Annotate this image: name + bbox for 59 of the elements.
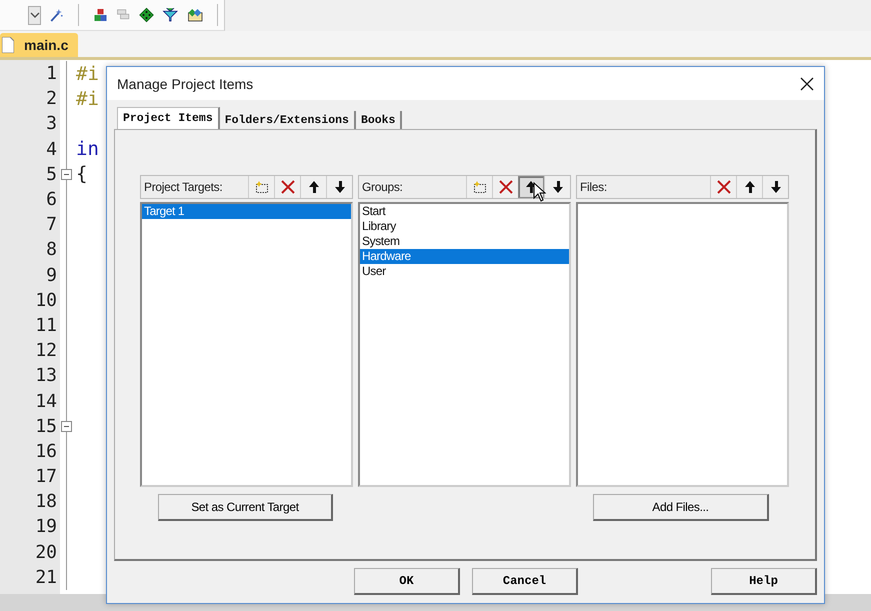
line-number: 9 [45, 264, 57, 286]
line-number: 11 [34, 314, 57, 336]
dialog-button[interactable]: Cancel [472, 568, 578, 594]
line-number: 15 [34, 416, 57, 437]
dialog-title: Manage Project Items [117, 76, 254, 92]
arrow-down-icon [552, 180, 564, 194]
line-number: 1 [45, 63, 57, 84]
line-number: 20 [34, 542, 57, 563]
panel-label: Files: [580, 180, 607, 194]
delete-icon [716, 180, 730, 194]
list-item[interactable]: Library [360, 219, 569, 234]
diamond-icon[interactable] [139, 5, 154, 25]
file-tab[interactable]: main.c [0, 33, 78, 57]
action-button[interactable]: Add Files... [593, 494, 769, 521]
dropdown-button[interactable] [28, 6, 42, 24]
list-item[interactable]: Start [360, 204, 569, 219]
arrow-down-icon [334, 180, 346, 194]
line-number: 7 [45, 214, 57, 236]
dialog-button[interactable]: Help [711, 568, 817, 594]
line-number: 13 [34, 365, 57, 386]
panel-label: Project Targets: [144, 180, 222, 194]
file-icon [2, 37, 14, 53]
close-icon[interactable] [800, 76, 814, 90]
new-item-icon [472, 180, 486, 194]
code-text: { [76, 163, 88, 186]
collapse-icon[interactable] [61, 420, 72, 432]
code-text: #i [76, 62, 99, 85]
line-number: 3 [45, 113, 57, 134]
arrow-up-icon [744, 180, 756, 194]
dialog-button[interactable]: OK [354, 568, 460, 594]
list-item[interactable]: Target 1 [142, 204, 351, 219]
line-number: 5 [45, 164, 57, 185]
line-number: 8 [45, 239, 57, 260]
chevron-icon [30, 12, 40, 18]
line-number: 16 [34, 440, 57, 462]
arrow-down-icon [770, 180, 782, 194]
action-button[interactable]: Set as Current Target [158, 494, 333, 521]
line-number: 18 [34, 491, 57, 512]
code-text: in [76, 138, 99, 160]
delete-icon [280, 180, 294, 194]
line-number: 10 [34, 290, 57, 311]
line-number: 17 [34, 466, 57, 488]
delete-icon [498, 180, 512, 194]
list-item[interactable]: Hardware [360, 249, 569, 264]
panel-label: Groups: [362, 180, 403, 194]
line-number: 14 [34, 390, 57, 412]
list-item[interactable]: User [360, 264, 569, 279]
line-number: 21 [34, 566, 57, 588]
code-text: #i [76, 88, 99, 110]
arrow-up-icon [308, 180, 320, 194]
collapse-icon[interactable] [61, 168, 72, 180]
line-number: 4 [45, 138, 57, 160]
list-item[interactable]: System [360, 234, 569, 249]
line-number: 6 [45, 189, 57, 210]
tab[interactable]: Project Items [117, 107, 220, 129]
line-number: 12 [34, 340, 57, 362]
line-number: 2 [45, 88, 57, 110]
new-item-icon [254, 180, 268, 194]
line-number: 19 [34, 516, 57, 538]
